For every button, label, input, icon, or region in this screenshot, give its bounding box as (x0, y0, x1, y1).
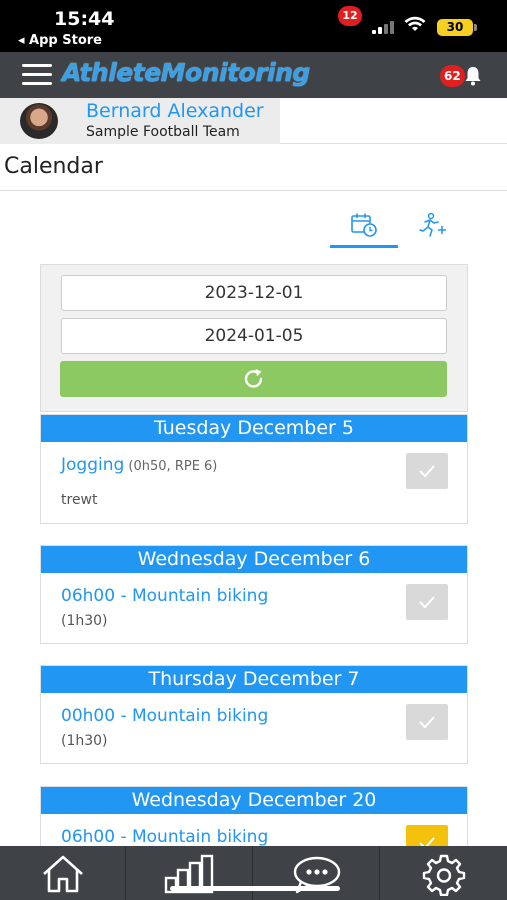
status-time: 15:44 (54, 8, 115, 30)
gear-icon (422, 854, 466, 896)
activity-note: trewt (61, 492, 98, 508)
bottom-navigation (0, 846, 507, 900)
complete-checkbox[interactable] (406, 584, 448, 620)
bell-icon (465, 67, 481, 86)
nav-messages-button[interactable] (254, 846, 380, 900)
day-header: Tuesday December 5 (41, 415, 467, 442)
check-icon (419, 465, 435, 478)
day-card: Wednesday December 6 06h00 - Mountain bi… (40, 545, 468, 644)
cellular-signal-icon (372, 20, 398, 34)
end-date-field[interactable]: 2024-01-05 (61, 318, 447, 354)
activity-duration: (1h30) (61, 733, 108, 749)
day-card: Tuesday December 5 Jogging (0h50, RPE 6)… (40, 414, 468, 524)
day-header: Wednesday December 20 (41, 787, 467, 814)
activity-title-link[interactable]: Jogging (0h50, RPE 6) (61, 455, 217, 475)
tab-add-activity[interactable] (410, 210, 456, 248)
day-header: Thursday December 7 (41, 666, 467, 693)
home-indicator[interactable] (170, 886, 340, 891)
athlete-name[interactable]: Bernard Alexander (86, 100, 264, 122)
page-title: Calendar (4, 154, 103, 179)
notifications-button[interactable]: 62 (440, 65, 482, 89)
nav-reports-button[interactable] (127, 846, 253, 900)
divider (280, 98, 507, 144)
date-filter-panel: 2023-12-01 2024-01-05 (40, 264, 468, 412)
refresh-icon (244, 369, 262, 388)
battery-icon: 30 (437, 19, 477, 36)
status-bar: 15:44 ◂ App Store 30 (0, 0, 507, 52)
complete-checkbox[interactable] (406, 704, 448, 740)
calendar-clock-icon (351, 213, 377, 237)
activity-title[interactable]: Jogging (61, 455, 124, 475)
check-icon (419, 716, 435, 729)
check-icon (419, 596, 435, 609)
complete-checkbox[interactable] (406, 453, 448, 489)
start-date-field[interactable]: 2023-12-01 (61, 275, 447, 311)
home-icon (42, 855, 83, 893)
refresh-button[interactable] (60, 361, 447, 397)
day-card: Thursday December 7 00h00 - Mountain bik… (40, 665, 468, 764)
activity-title[interactable]: 06h00 - Mountain biking (61, 586, 268, 606)
team-name: Sample Football Team (86, 124, 240, 140)
activity-meta: (0h50, RPE 6) (124, 459, 218, 474)
nav-settings-button[interactable] (381, 846, 507, 900)
app-header: AthleteMonitoring 62 (0, 52, 507, 98)
brand-logo: AthleteMonitoring (62, 58, 310, 87)
activity-title[interactable]: 00h00 - Mountain biking (61, 706, 268, 726)
messages-badge: 12 (338, 6, 362, 26)
activity-duration: (1h30) (61, 613, 108, 629)
avatar (20, 103, 58, 139)
day-header: Wednesday December 6 (41, 546, 467, 573)
menu-icon[interactable] (22, 64, 54, 86)
tab-calendar[interactable] (330, 210, 398, 248)
runner-plus-icon (419, 212, 446, 237)
wifi-icon (404, 16, 426, 31)
athlete-profile-bar[interactable]: Bernard Alexander Sample Football Team (0, 98, 280, 144)
nav-home-button[interactable] (0, 846, 126, 900)
notifications-badge: 62 (440, 65, 465, 87)
back-to-app-store-link[interactable]: ◂ App Store (18, 33, 102, 48)
divider (0, 190, 507, 191)
activity-title[interactable]: 06h00 - Mountain biking (61, 827, 268, 847)
